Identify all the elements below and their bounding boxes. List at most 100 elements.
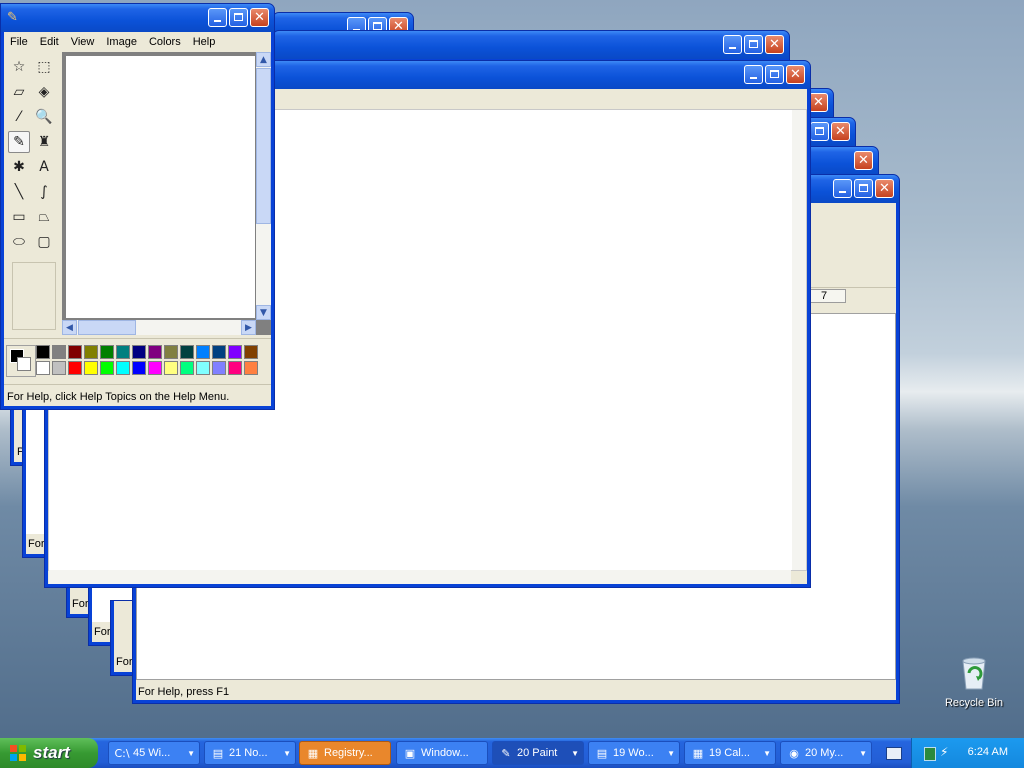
horizontal-scrollbar[interactable]: [49, 570, 791, 584]
rounded-rect-icon[interactable]: ▢: [33, 231, 55, 253]
color-swatch[interactable]: [52, 361, 66, 375]
title-bar[interactable]: [273, 31, 789, 59]
maximize-button[interactable]: [765, 65, 784, 84]
scroll-thumb-h[interactable]: [78, 320, 136, 335]
paint-canvas[interactable]: [66, 56, 255, 318]
menu-file[interactable]: File: [4, 36, 34, 48]
show-desktop-icon[interactable]: [886, 747, 902, 760]
scroll-left-button[interactable]: ◀: [62, 320, 77, 335]
scroll-right-button[interactable]: ▶: [241, 320, 256, 335]
color-swatch[interactable]: [228, 345, 242, 359]
paint-window[interactable]: ✎ ✕ File Edit View Image Colors Help ☆ ⬚ ▱…: [0, 3, 275, 410]
minimize-button[interactable]: [723, 35, 742, 54]
close-button[interactable]: ✕: [831, 122, 850, 141]
color-swatch[interactable]: [212, 345, 226, 359]
color-swatch[interactable]: [36, 345, 50, 359]
minimize-button[interactable]: [744, 65, 763, 84]
taskbar-button[interactable]: ◉ 20 My... ▼: [780, 741, 872, 765]
minimize-button[interactable]: [208, 8, 227, 27]
color-picker-icon[interactable]: ⁄: [8, 106, 30, 128]
scroll-up-button[interactable]: ▲: [256, 52, 271, 67]
maximize-button[interactable]: [810, 122, 829, 141]
taskbar-button[interactable]: ✎ 20 Paint ▼: [492, 741, 584, 765]
color-swatch[interactable]: [196, 361, 210, 375]
menu-help[interactable]: Help: [187, 36, 222, 48]
color-swatch[interactable]: [244, 345, 258, 359]
color-swatch[interactable]: [116, 345, 130, 359]
menu-image[interactable]: Image: [100, 36, 143, 48]
color-swatch[interactable]: [180, 345, 194, 359]
eraser-icon[interactable]: ▱: [8, 81, 30, 103]
rectangle-icon[interactable]: ▭: [8, 206, 30, 228]
magnifier-icon[interactable]: 🔍: [33, 106, 55, 128]
menu-edit[interactable]: Edit: [34, 36, 65, 48]
close-button[interactable]: ✕: [786, 65, 805, 84]
menu-view[interactable]: View: [65, 36, 101, 48]
ellipse-icon[interactable]: ⬭: [8, 231, 30, 253]
taskbar-button[interactable]: ▤ 21 No... ▼: [204, 741, 296, 765]
fill-bucket-icon[interactable]: ◈: [33, 81, 55, 103]
color-swatch[interactable]: [148, 345, 162, 359]
paint-app-icon[interactable]: ✎: [7, 10, 18, 25]
color-swatch[interactable]: [164, 345, 178, 359]
start-button[interactable]: start: [0, 738, 98, 768]
taskbar-button[interactable]: ▦ Registry...: [299, 741, 391, 765]
maximize-button[interactable]: [854, 179, 873, 198]
maximize-button[interactable]: [744, 35, 763, 54]
color-swatch[interactable]: [212, 361, 226, 375]
color-swatch[interactable]: [84, 345, 98, 359]
clock[interactable]: 6:24 AM: [968, 746, 1008, 758]
horizontal-scrollbar[interactable]: ◀ ▶: [62, 320, 256, 335]
line-icon[interactable]: ╲: [8, 181, 30, 203]
close-button[interactable]: ✕: [765, 35, 784, 54]
pencil-icon[interactable]: ✎: [8, 131, 30, 153]
toolbar-seven-box[interactable]: 7: [808, 289, 846, 303]
curve-icon[interactable]: ∫: [33, 181, 55, 203]
color-swatch[interactable]: [148, 361, 162, 375]
background-color[interactable]: [17, 357, 31, 371]
color-swatch[interactable]: [36, 361, 50, 375]
color-swatch[interactable]: [84, 361, 98, 375]
taskbar-button[interactable]: ▤ 19 Wo... ▼: [588, 741, 680, 765]
color-swatch[interactable]: [68, 345, 82, 359]
menu-colors[interactable]: Colors: [143, 36, 187, 48]
vertical-scrollbar[interactable]: ▲ ▼: [256, 52, 271, 320]
free-select-icon[interactable]: ☆: [8, 56, 30, 78]
color-swatch[interactable]: [164, 361, 178, 375]
color-swatch[interactable]: [228, 361, 242, 375]
polygon-icon[interactable]: ⏢: [33, 206, 55, 228]
color-swatch[interactable]: [68, 361, 82, 375]
airbrush-icon[interactable]: ✱: [8, 156, 30, 178]
close-button[interactable]: ✕: [809, 93, 828, 112]
back-window-5[interactable]: ✕: [800, 146, 879, 176]
color-swatch[interactable]: [132, 345, 146, 359]
maximize-button[interactable]: [229, 8, 248, 27]
color-swatch[interactable]: [244, 361, 258, 375]
color-swatch[interactable]: [100, 361, 114, 375]
tray-icon-green[interactable]: [924, 747, 936, 761]
vertical-scrollbar[interactable]: [792, 110, 806, 570]
scroll-down-button[interactable]: ▼: [256, 305, 271, 320]
taskbar-button[interactable]: ▣ Window...: [396, 741, 488, 765]
close-button[interactable]: ✕: [854, 151, 873, 170]
color-swatch[interactable]: [100, 345, 114, 359]
taskbar-button[interactable]: ▦ 19 Cal... ▼: [684, 741, 776, 765]
close-button[interactable]: ✕: [875, 179, 894, 198]
scroll-thumb[interactable]: [256, 68, 271, 224]
recycle-bin-shortcut[interactable]: Recycle Bin: [940, 655, 1008, 709]
minimize-button[interactable]: [833, 179, 852, 198]
color-swatch[interactable]: [196, 345, 210, 359]
rect-select-icon[interactable]: ⬚: [33, 56, 55, 78]
back-window-2[interactable]: ✕: [272, 30, 790, 62]
color-swatch[interactable]: [116, 361, 130, 375]
close-button[interactable]: ✕: [250, 8, 269, 27]
text-icon[interactable]: A: [33, 156, 55, 178]
tool-options[interactable]: [12, 262, 56, 330]
brush-icon[interactable]: ♜: [33, 131, 55, 153]
color-swatch[interactable]: [132, 361, 146, 375]
current-colors[interactable]: [6, 345, 36, 377]
tray-icon-network[interactable]: ⚡: [940, 745, 948, 759]
taskbar-button[interactable]: C:\ 45 Wi... ▼: [108, 741, 200, 765]
color-swatch[interactable]: [52, 345, 66, 359]
color-swatch[interactable]: [180, 361, 194, 375]
